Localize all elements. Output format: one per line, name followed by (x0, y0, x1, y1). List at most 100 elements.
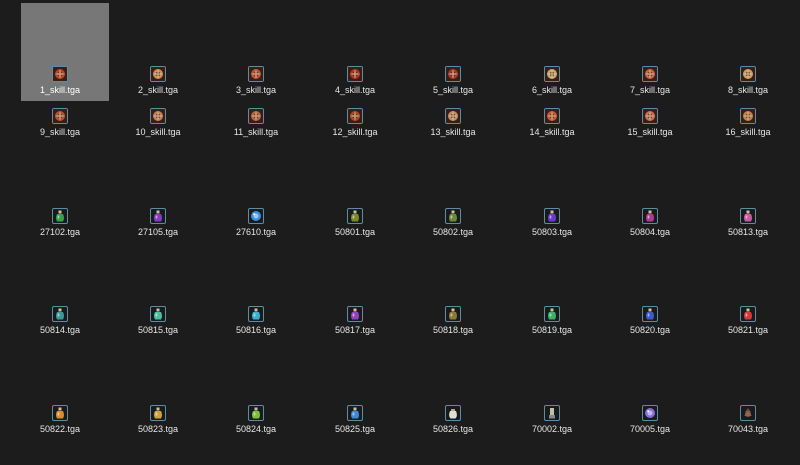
file-name: 27610.tga (235, 227, 277, 237)
file-name: 16_skill.tga (725, 127, 771, 137)
potion-green-icon (52, 208, 68, 224)
skill-face-icon (544, 66, 560, 82)
file-item[interactable]: 50813.tga (703, 208, 793, 238)
file-item[interactable]: 50817.tga (310, 306, 400, 336)
file-item[interactable]: 27610.tga (211, 208, 301, 238)
file-item[interactable]: 70043.tga (703, 405, 793, 435)
file-name: 15_skill.tga (627, 127, 673, 137)
file-name: 7_skill.tga (629, 85, 671, 95)
file-name: 4_skill.tga (334, 85, 376, 95)
file-name: 1_skill.tga (39, 85, 81, 95)
potion-red-icon (740, 306, 756, 322)
skill-pillar-icon (740, 108, 756, 124)
file-name: 12_skill.tga (332, 127, 378, 137)
skill-mask-icon (150, 108, 166, 124)
potion-gold-icon (150, 405, 166, 421)
file-item[interactable]: 50818.tga (408, 306, 498, 336)
file-item[interactable]: 27102.tga (15, 208, 105, 238)
file-item[interactable]: 50814.tga (15, 306, 105, 336)
file-item[interactable]: 16_skill.tga (703, 108, 793, 138)
file-name: 50802.tga (432, 227, 474, 237)
file-item[interactable]: 50801.tga (310, 208, 400, 238)
file-name: 8_skill.tga (727, 85, 769, 95)
potion-skyblue-icon (347, 405, 363, 421)
file-name: 70005.tga (629, 424, 671, 434)
potion-cyan-icon (248, 306, 264, 322)
file-item[interactable]: 50821.tga (703, 306, 793, 336)
file-item[interactable]: 4_skill.tga (310, 66, 400, 96)
file-name: 50821.tga (727, 325, 769, 335)
file-item[interactable]: 50804.tga (605, 208, 695, 238)
file-item[interactable]: 7_skill.tga (605, 66, 695, 96)
file-item[interactable]: 8_skill.tga (703, 66, 793, 96)
file-item[interactable]: 50815.tga (113, 306, 203, 336)
file-name: 14_skill.tga (529, 127, 575, 137)
file-item[interactable]: 50825.tga (310, 405, 400, 435)
file-item[interactable]: 27105.tga (113, 208, 203, 238)
file-name: 50817.tga (334, 325, 376, 335)
file-name: 13_skill.tga (430, 127, 476, 137)
skill-spiral-icon (445, 108, 461, 124)
file-item[interactable]: 70005.tga (605, 405, 695, 435)
potion-olive-icon (445, 208, 461, 224)
skill-slash-icon (347, 66, 363, 82)
file-name: 3_skill.tga (235, 85, 277, 95)
file-item[interactable]: 13_skill.tga (408, 108, 498, 138)
file-name: 50825.tga (334, 424, 376, 434)
file-item[interactable]: 5_skill.tga (408, 66, 498, 96)
potion-purple-icon (150, 208, 166, 224)
file-name: 50826.tga (432, 424, 474, 434)
skill-burst-icon (544, 108, 560, 124)
file-name: 70043.tga (727, 424, 769, 434)
orb-blue-icon (248, 208, 264, 224)
herb-icon (740, 405, 756, 421)
skill-orb-icon (347, 108, 363, 124)
potion-violet-icon (347, 306, 363, 322)
file-item[interactable]: 1_skill.tga (15, 3, 109, 101)
file-item[interactable]: 50803.tga (507, 208, 597, 238)
file-item[interactable]: 11_skill.tga (211, 108, 301, 138)
file-item[interactable]: 6_skill.tga (507, 66, 597, 96)
file-name: 27102.tga (39, 227, 81, 237)
skill-gear-icon (248, 108, 264, 124)
file-name: 70002.tga (531, 424, 573, 434)
file-item[interactable]: 14_skill.tga (507, 108, 597, 138)
file-item[interactable]: 50822.tga (15, 405, 105, 435)
file-name: 50823.tga (137, 424, 179, 434)
crystal-orb-icon (642, 405, 658, 421)
potion-green-icon (150, 306, 166, 322)
file-item[interactable]: 50819.tga (507, 306, 597, 336)
potion-pink-icon (740, 208, 756, 224)
file-name: 5_skill.tga (432, 85, 474, 95)
file-item[interactable]: 50820.tga (605, 306, 695, 336)
file-name: 11_skill.tga (233, 127, 279, 137)
file-item[interactable]: 50826.tga (408, 405, 498, 435)
file-item[interactable]: 50816.tga (211, 306, 301, 336)
file-name: 50801.tga (334, 227, 376, 237)
file-name: 50816.tga (235, 325, 277, 335)
file-name: 50818.tga (432, 325, 474, 335)
file-item[interactable]: 50823.tga (113, 405, 203, 435)
file-name: 50803.tga (531, 227, 573, 237)
skill-boot-icon (642, 108, 658, 124)
potion-lime-icon (248, 405, 264, 421)
file-name: 50820.tga (629, 325, 671, 335)
potion-violet-icon (544, 208, 560, 224)
file-item[interactable]: 10_skill.tga (113, 108, 203, 138)
file-item[interactable]: 50802.tga (408, 208, 498, 238)
file-name: 50824.tga (235, 424, 277, 434)
skill-rune-icon (52, 66, 68, 82)
file-item[interactable]: 50824.tga (211, 405, 301, 435)
file-item[interactable]: 12_skill.tga (310, 108, 400, 138)
file-name: 6_skill.tga (531, 85, 573, 95)
file-name: 50822.tga (39, 424, 81, 434)
file-item[interactable]: 15_skill.tga (605, 108, 695, 138)
file-item[interactable]: 70002.tga (507, 405, 597, 435)
file-name: 10_skill.tga (135, 127, 181, 137)
file-name: 27105.tga (137, 227, 179, 237)
file-item[interactable]: 3_skill.tga (211, 66, 301, 96)
file-item[interactable]: 9_skill.tga (15, 108, 105, 138)
skill-flame-icon (740, 66, 756, 82)
file-item[interactable]: 2_skill.tga (113, 66, 203, 96)
pouch-icon (445, 405, 461, 421)
